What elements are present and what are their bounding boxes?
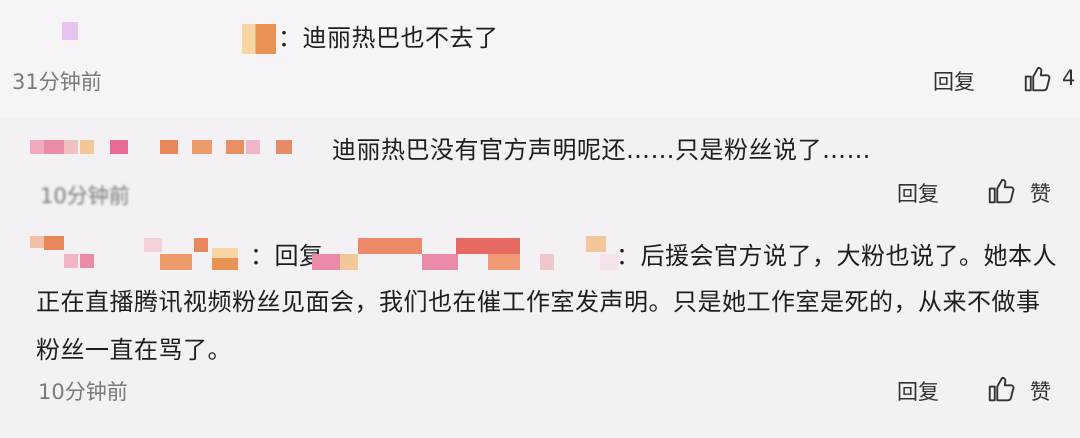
reply-button[interactable]: 回复 [897, 178, 939, 208]
comment-text: 迪丽热巴没有官方声明呢还……只是粉丝说了…… [332, 136, 871, 164]
comment-time: 31分钟前 [12, 70, 102, 94]
comment-1: ：迪丽热巴也不去了 31分钟前 回复 4 [0, 0, 1080, 118]
avatar-pixelated [62, 22, 78, 40]
user-avatar-pixelated[interactable] [242, 24, 276, 54]
comment-3: ：回复 ：后援会官方说了，大粉也说了。她本人 正在直播腾讯视频粉丝见面会，我们也… [0, 224, 1080, 438]
thumbs-up-icon[interactable] [1022, 64, 1052, 94]
comment-time: 10分钟前 [40, 184, 130, 208]
thumbs-up-icon[interactable] [986, 176, 1016, 206]
comment-text-line-3: 粉丝一直在骂了。 [36, 336, 232, 364]
reply-button[interactable]: 回复 [933, 66, 975, 96]
comment-text-line-2: 正在直播腾讯视频粉丝见面会，我们也在催工作室发声明。只是她工作室是死的，从来不做… [36, 288, 1041, 316]
like-count[interactable]: 4 [1062, 66, 1075, 90]
comment-2: 迪丽热巴没有官方声明呢还……只是粉丝说了…… 10分钟前 回复 赞 [0, 118, 1080, 224]
comment-time: 10分钟前 [38, 380, 128, 404]
like-button[interactable]: 赞 [1030, 178, 1051, 208]
comment-text-line-1: ：后援会官方说了，大粉也说了。她本人 [616, 242, 1057, 270]
reply-button[interactable]: 回复 [897, 376, 939, 406]
like-button[interactable]: 赞 [1030, 376, 1051, 406]
comment-text: ：迪丽热巴也不去了 [278, 24, 499, 52]
thumbs-up-icon[interactable] [986, 374, 1016, 404]
